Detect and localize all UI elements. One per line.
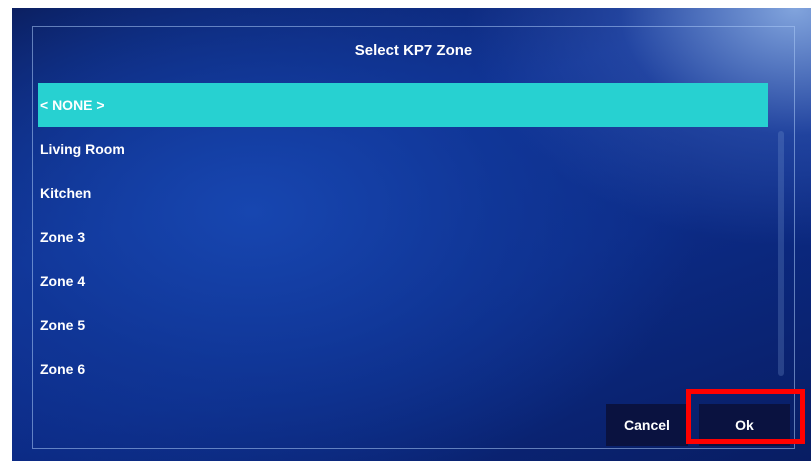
zone-list-item-zone-6[interactable]: Zone 6 (38, 347, 768, 391)
ok-button[interactable]: Ok (699, 404, 790, 446)
touchscreen-background: Select KP7 Zone < NONE > Living Room Kit… (12, 8, 811, 461)
zone-list-item-zone-4[interactable]: Zone 4 (38, 259, 768, 303)
zone-list-item-kitchen[interactable]: Kitchen (38, 171, 768, 215)
zone-list-item-living-room[interactable]: Living Room (38, 127, 768, 171)
zone-list-scrollbar[interactable] (778, 131, 784, 376)
cancel-button[interactable]: Cancel (606, 404, 688, 446)
zone-list[interactable]: < NONE > Living Room Kitchen Zone 3 Zone… (38, 83, 768, 403)
dialog-title: Select KP7 Zone (354, 42, 473, 59)
zone-list-item-zone-5[interactable]: Zone 5 (38, 303, 768, 347)
zone-select-dialog: Select KP7 Zone < NONE > Living Room Kit… (32, 26, 795, 449)
zone-list-item-none[interactable]: < NONE > (38, 83, 768, 127)
zone-list-item-zone-3[interactable]: Zone 3 (38, 215, 768, 259)
